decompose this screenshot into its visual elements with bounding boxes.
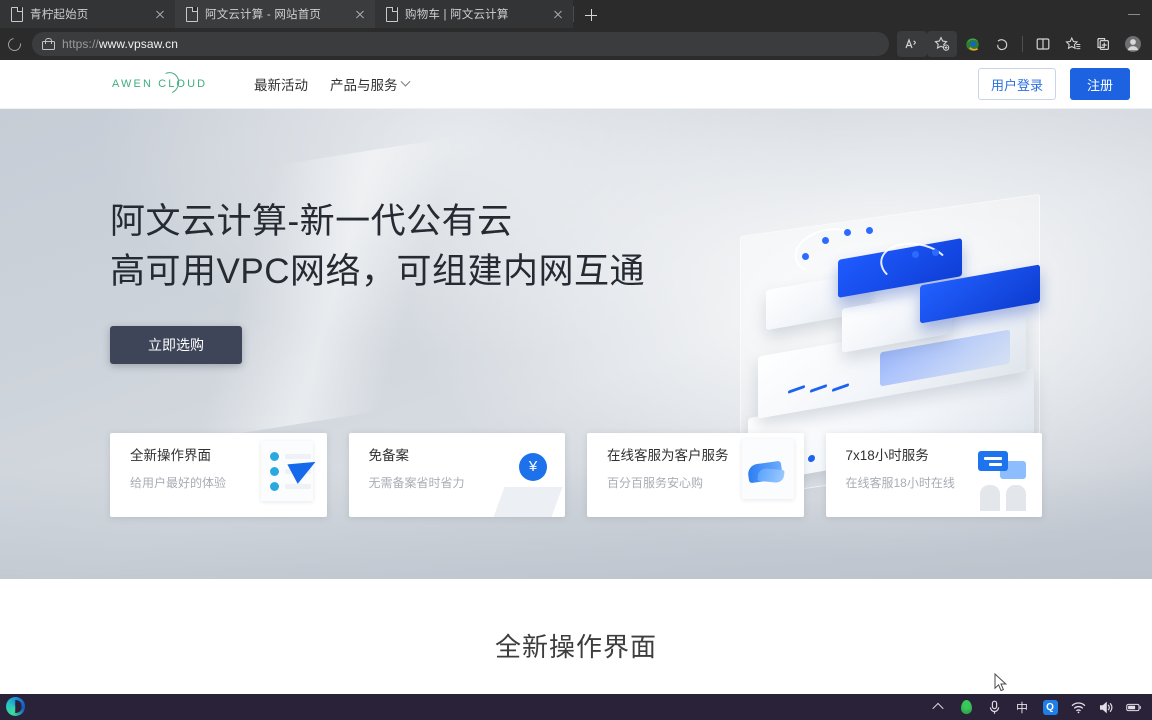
- wifi-icon[interactable]: [1070, 698, 1086, 716]
- favorites-icon[interactable]: [1058, 31, 1088, 57]
- yen-coin-icon: ¥: [483, 439, 563, 517]
- page-icon: [385, 7, 398, 22]
- copilot-icon[interactable]: [987, 31, 1017, 57]
- logo-arc-icon: [155, 69, 183, 97]
- new-tab-button[interactable]: [578, 2, 604, 28]
- tab-strip: 青柠起始页 阿文云计算 - 网站首页 购物车 | 阿文云计算: [0, 0, 1152, 28]
- edge-taskbar-icon[interactable]: [2, 694, 28, 720]
- site-logo[interactable]: AWEN CLOUD: [112, 69, 212, 97]
- address-bar[interactable]: https://www.vpsaw.cn: [32, 32, 889, 56]
- minimize-button[interactable]: [1116, 0, 1152, 28]
- register-button[interactable]: 注册: [1070, 68, 1130, 100]
- site-header: AWEN CLOUD 最新活动 产品与服务 用户登录 注册: [0, 60, 1152, 109]
- refresh-icon[interactable]: [0, 30, 30, 58]
- browser-tab-2[interactable]: 阿文云计算 - 网站首页: [175, 0, 375, 28]
- collections-icon[interactable]: [1088, 31, 1118, 57]
- speaker-icon[interactable]: [1098, 698, 1114, 716]
- feature-card-support[interactable]: 在线客服为客户服务 百分百服务安心购: [587, 433, 804, 517]
- microphone-icon[interactable]: [986, 698, 1002, 716]
- page-icon: [185, 7, 198, 22]
- split-screen-icon[interactable]: [1028, 31, 1058, 57]
- battery-icon[interactable]: [1126, 698, 1142, 716]
- green-drop-icon[interactable]: [958, 698, 974, 716]
- lock-icon: [42, 38, 55, 50]
- ime-language-icon[interactable]: 中: [1014, 698, 1030, 716]
- toolbar-divider: [1022, 36, 1023, 52]
- handshake-icon: [722, 439, 796, 511]
- chevron-down-icon: [400, 76, 410, 87]
- toolbar-actions: [897, 31, 1152, 57]
- mouse-cursor: [994, 672, 1008, 693]
- buy-now-button[interactable]: 立即选购: [110, 326, 242, 365]
- hero-banner: 阿文云计算-新一代公有云 高可用VPC网络，可组建内网互通 立即选购 全新操作界…: [0, 109, 1152, 579]
- nav-item-products-services[interactable]: 产品与服务: [330, 74, 410, 94]
- browser-toolbar: https://www.vpsaw.cn: [0, 28, 1152, 60]
- main-navigation: 最新活动 产品与服务: [254, 74, 410, 94]
- tab-divider: [573, 6, 574, 22]
- qq-icon[interactable]: Q: [1042, 698, 1058, 716]
- section-title: 全新操作界面: [494, 631, 657, 662]
- tab-close-icon[interactable]: [153, 7, 167, 21]
- browser-tab-3[interactable]: 购物车 | 阿文云计算: [375, 0, 573, 28]
- feature-cards: 全新操作界面 给用户最好的体验 免备案 无需备案省时省力 ¥ 在线客服为客户服务…: [110, 433, 1042, 517]
- profile-icon[interactable]: [1118, 31, 1148, 57]
- page-icon: [10, 7, 23, 22]
- auth-actions: 用户登录 注册: [978, 68, 1130, 100]
- hero-heading-line2: 高可用VPC网络，可组建内网互通: [110, 251, 645, 291]
- add-favorite-icon[interactable]: [927, 31, 957, 57]
- tab-close-icon[interactable]: [353, 7, 367, 21]
- browser-essentials-icon[interactable]: [957, 31, 987, 57]
- nav-item-latest-activity[interactable]: 最新活动: [254, 74, 308, 94]
- feature-card-hours[interactable]: 7x18小时服务 在线客服18小时在线: [825, 433, 1042, 517]
- show-hidden-icons-chevron[interactable]: [930, 698, 946, 716]
- feature-card-ui[interactable]: 全新操作界面 给用户最好的体验: [110, 433, 327, 517]
- nav-item-label: 产品与服务: [330, 78, 398, 93]
- tab-title: 青柠起始页: [30, 9, 89, 21]
- browser-tab-1[interactable]: 青柠起始页: [0, 0, 175, 28]
- read-aloud-icon[interactable]: [897, 31, 927, 57]
- hero-copy: 阿文云计算-新一代公有云 高可用VPC网络，可组建内网互通 立即选购: [110, 197, 645, 365]
- system-tray: 中 Q: [930, 698, 1152, 716]
- chat-support-icon: [960, 439, 1034, 511]
- browser-window: 青柠起始页 阿文云计算 - 网站首页 购物车 | 阿文云计算 https://w…: [0, 0, 1152, 694]
- tab-close-icon[interactable]: [551, 7, 565, 21]
- web-page: AWEN CLOUD 最新活动 产品与服务 用户登录 注册 阿文云计算-新一代公…: [0, 60, 1152, 694]
- feature-card-no-icp[interactable]: 免备案 无需备案省时省力 ¥: [348, 433, 565, 517]
- tab-title: 购物车 | 阿文云计算: [405, 9, 509, 21]
- login-button[interactable]: 用户登录: [978, 68, 1056, 100]
- address-bar-url: https://www.vpsaw.cn: [62, 37, 179, 51]
- window-controls: [1116, 0, 1152, 28]
- checklist-pen-icon: [245, 439, 321, 511]
- hero-heading-line1: 阿文云计算-新一代公有云: [110, 202, 513, 241]
- section-ui-showcase: 全新操作界面: [0, 596, 1152, 694]
- windows-taskbar: 中 Q: [0, 694, 1152, 720]
- tab-title: 阿文云计算 - 网站首页: [205, 9, 322, 21]
- nav-item-label: 最新活动: [254, 78, 308, 93]
